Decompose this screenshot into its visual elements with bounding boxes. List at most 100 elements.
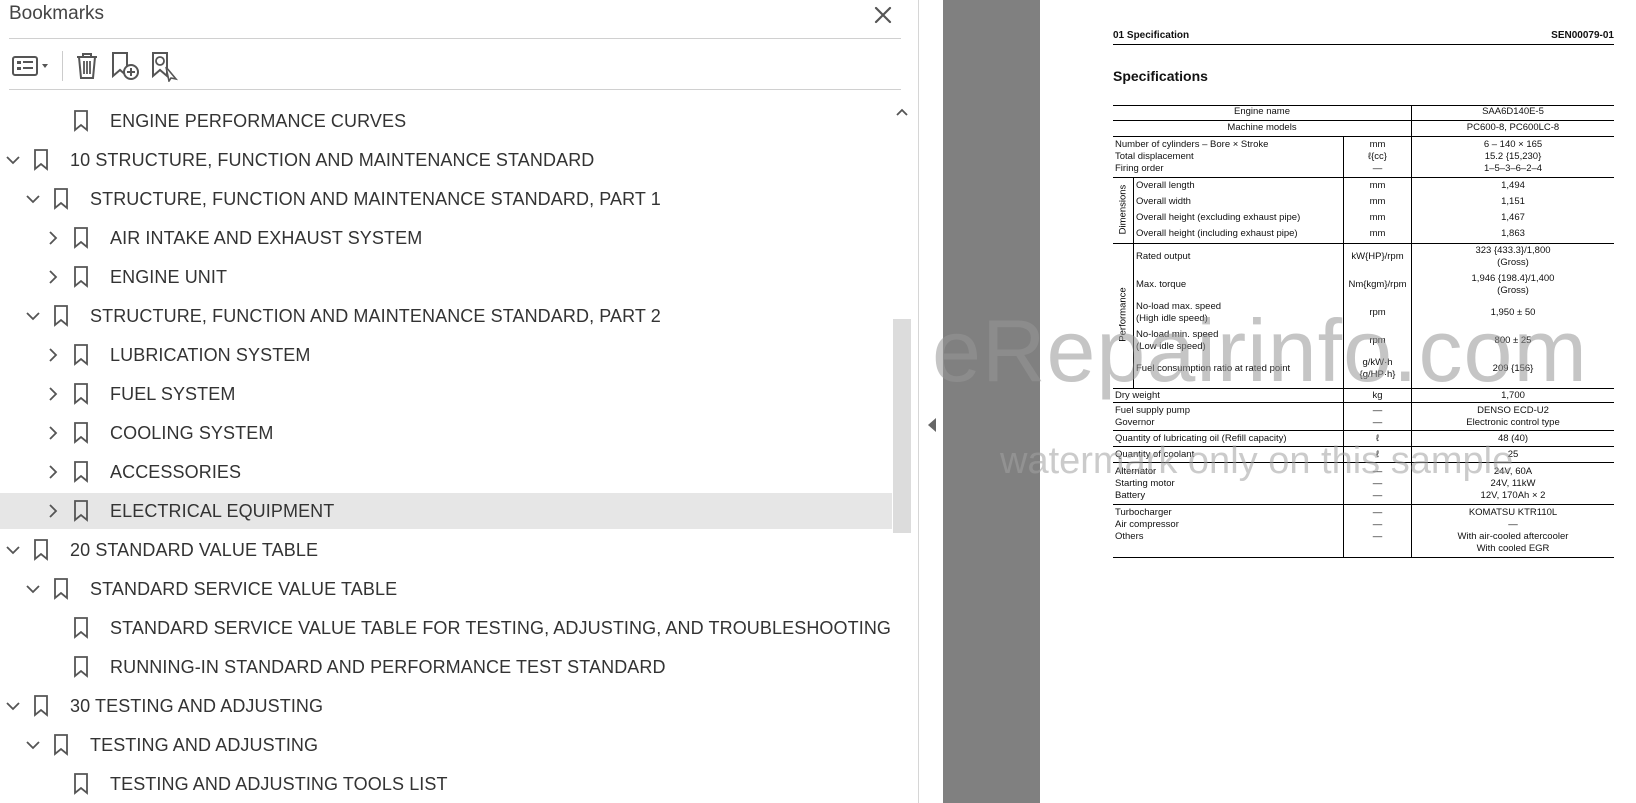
spec-value-note: With cooled EGR bbox=[1476, 543, 1550, 554]
spec-label: Overall height (excluding exhaust pipe) bbox=[1136, 212, 1301, 223]
bookmark-label: 30 TESTING AND ADJUSTING bbox=[70, 695, 324, 716]
bookmark-item[interactable]: STRUCTURE, FUNCTION AND MAINTENANCE STAN… bbox=[0, 181, 892, 217]
spec-unit: — bbox=[1372, 519, 1383, 530]
chevron-right-icon[interactable] bbox=[44, 424, 62, 442]
spec-value: 6 – 140 × 165 bbox=[1483, 139, 1543, 150]
spec-value: 1,863 bbox=[1501, 228, 1525, 239]
spec-unit: rpm bbox=[1369, 307, 1386, 318]
header-rule bbox=[1113, 44, 1614, 45]
bookmark-icon bbox=[32, 148, 50, 172]
chevron-down-icon[interactable] bbox=[24, 190, 42, 208]
scroll-up-button[interactable] bbox=[892, 103, 912, 121]
bookmark-item[interactable]: AIR INTAKE AND EXHAUST SYSTEM bbox=[0, 220, 892, 256]
bookmark-item[interactable]: 30 TESTING AND ADJUSTING bbox=[0, 688, 892, 724]
bookmark-icon bbox=[72, 265, 90, 289]
chevron-right-icon[interactable] bbox=[44, 385, 62, 403]
spec-label: Overall height (including exhaust pipe) bbox=[1136, 228, 1298, 239]
spec-label: Battery bbox=[1115, 490, 1146, 501]
chevron-down-icon[interactable] bbox=[4, 697, 22, 715]
spec-label: Others bbox=[1115, 531, 1144, 542]
spec-label: Alternator bbox=[1115, 466, 1157, 477]
bookmark-item[interactable]: TESTING AND ADJUSTING TOOLS LIST bbox=[0, 766, 892, 802]
bookmark-item[interactable]: ENGINE PERFORMANCE CURVES bbox=[0, 103, 892, 139]
bookmark-item[interactable]: 20 STANDARD VALUE TABLE bbox=[0, 532, 892, 568]
bookmark-label: STRUCTURE, FUNCTION AND MAINTENANCE STAN… bbox=[90, 305, 661, 326]
find-bookmark-button[interactable] bbox=[148, 49, 182, 83]
spec-unit: mm bbox=[1369, 180, 1386, 191]
chevron-right-icon[interactable] bbox=[44, 268, 62, 286]
document-gutter bbox=[943, 0, 1040, 803]
bookmark-label: 10 STRUCTURE, FUNCTION AND MAINTENANCE S… bbox=[70, 149, 595, 170]
bookmark-label: AIR INTAKE AND EXHAUST SYSTEM bbox=[110, 227, 423, 248]
options-menu-button[interactable] bbox=[6, 49, 52, 83]
bookmark-item[interactable]: RUNNING-IN STANDARD AND PERFORMANCE TEST… bbox=[0, 649, 892, 685]
spec-value: 15.2 {15,230} bbox=[1484, 151, 1542, 162]
close-panel-button[interactable] bbox=[868, 0, 898, 30]
bookmark-icon bbox=[72, 421, 90, 445]
spec-value: — bbox=[1508, 519, 1518, 530]
bookmark-item[interactable]: ACCESSORIES bbox=[0, 454, 892, 490]
engine-name-label: Engine name bbox=[1234, 106, 1290, 117]
spec-unit: — bbox=[1372, 478, 1383, 489]
spec-label: Air compressor bbox=[1115, 519, 1179, 530]
engine-name-value: SAA6D140E-5 bbox=[1482, 106, 1544, 117]
bookmark-label: STANDARD SERVICE VALUE TABLE bbox=[90, 578, 398, 599]
bookmark-item[interactable]: COOLING SYSTEM bbox=[0, 415, 892, 451]
bookmark-item[interactable]: 10 STRUCTURE, FUNCTION AND MAINTENANCE S… bbox=[0, 142, 892, 178]
bookmark-label: TESTING AND ADJUSTING TOOLS LIST bbox=[110, 773, 448, 794]
bookmark-item[interactable]: ENGINE UNIT bbox=[0, 259, 892, 295]
scroll-thumb[interactable] bbox=[893, 319, 911, 533]
bookmark-item[interactable]: STANDARD SERVICE VALUE TABLE bbox=[0, 571, 892, 607]
bookmark-label: ENGINE UNIT bbox=[110, 266, 228, 287]
bookmark-icon bbox=[72, 226, 90, 250]
bookmark-icon bbox=[72, 460, 90, 484]
delete-bookmark-button[interactable] bbox=[70, 49, 104, 83]
spec-unit: ℓ bbox=[1375, 449, 1380, 460]
vertical-scrollbar[interactable] bbox=[892, 101, 912, 803]
add-bookmark-icon bbox=[112, 52, 139, 80]
spec-label: Dry weight bbox=[1115, 390, 1160, 401]
chevron-down-icon[interactable] bbox=[4, 151, 22, 169]
document-page: 01 Specification SEN00079-01 Specificati… bbox=[1040, 0, 1636, 803]
bookmark-item[interactable]: TESTING AND ADJUSTING bbox=[0, 727, 892, 763]
chevron-down-icon[interactable] bbox=[24, 736, 42, 754]
spec-unit: mm bbox=[1369, 212, 1386, 223]
collapse-panel-icon[interactable] bbox=[926, 417, 938, 433]
spec-value: 1,494 bbox=[1501, 180, 1525, 191]
bookmark-item[interactable]: STANDARD SERVICE VALUE TABLE FOR TESTING… bbox=[0, 610, 892, 646]
spec-label: Number of cylinders – Bore × Stroke bbox=[1115, 139, 1269, 150]
spec-label: Max. torque bbox=[1136, 279, 1187, 290]
add-bookmark-button[interactable] bbox=[108, 49, 142, 83]
bookmark-icon bbox=[72, 343, 90, 367]
spec-value: Electronic control type bbox=[1466, 417, 1560, 428]
chevron-right-icon[interactable] bbox=[44, 229, 62, 247]
spec-value: 48 (40) bbox=[1497, 433, 1529, 444]
chevron-down-icon[interactable] bbox=[24, 307, 42, 325]
bookmark-item[interactable]: STRUCTURE, FUNCTION AND MAINTENANCE STAN… bbox=[0, 298, 892, 334]
spec-unit: mm bbox=[1369, 228, 1386, 239]
chevron-down-icon[interactable] bbox=[4, 541, 22, 559]
bookmark-tree: ENGINE PERFORMANCE CURVES 10 STRUCTURE, F… bbox=[0, 103, 892, 803]
bookmark-item[interactable]: FUEL SYSTEM bbox=[0, 376, 892, 412]
bookmark-icon bbox=[52, 733, 70, 757]
find-bookmark-icon bbox=[152, 52, 179, 82]
spec-label: Quantity of coolant bbox=[1115, 449, 1195, 460]
spec-value: With air-cooled aftercooler bbox=[1457, 531, 1569, 542]
spec-label-note: (High idle speed) bbox=[1136, 313, 1208, 324]
panel-splitter[interactable] bbox=[918, 0, 944, 803]
spec-unit: — bbox=[1372, 507, 1383, 518]
chevron-right-icon[interactable] bbox=[44, 463, 62, 481]
bookmark-icon bbox=[32, 694, 50, 718]
bookmark-label: 20 STANDARD VALUE TABLE bbox=[70, 539, 319, 560]
chevron-right-icon[interactable] bbox=[44, 502, 62, 520]
chevron-right-icon[interactable] bbox=[44, 346, 62, 364]
machine-models-value: PC600-8, PC600LC-8 bbox=[1466, 122, 1560, 133]
bookmark-icon bbox=[72, 655, 90, 679]
spec-unit: ℓ bbox=[1375, 433, 1380, 444]
chevron-down-icon[interactable] bbox=[24, 580, 42, 598]
bookmark-item[interactable]: ELECTRICAL EQUIPMENT bbox=[0, 493, 892, 529]
spec-value: 209 {156} bbox=[1492, 363, 1534, 374]
doc-section-label: 01 Specification bbox=[1113, 30, 1190, 41]
bookmark-item[interactable]: LUBRICATION SYSTEM bbox=[0, 337, 892, 373]
